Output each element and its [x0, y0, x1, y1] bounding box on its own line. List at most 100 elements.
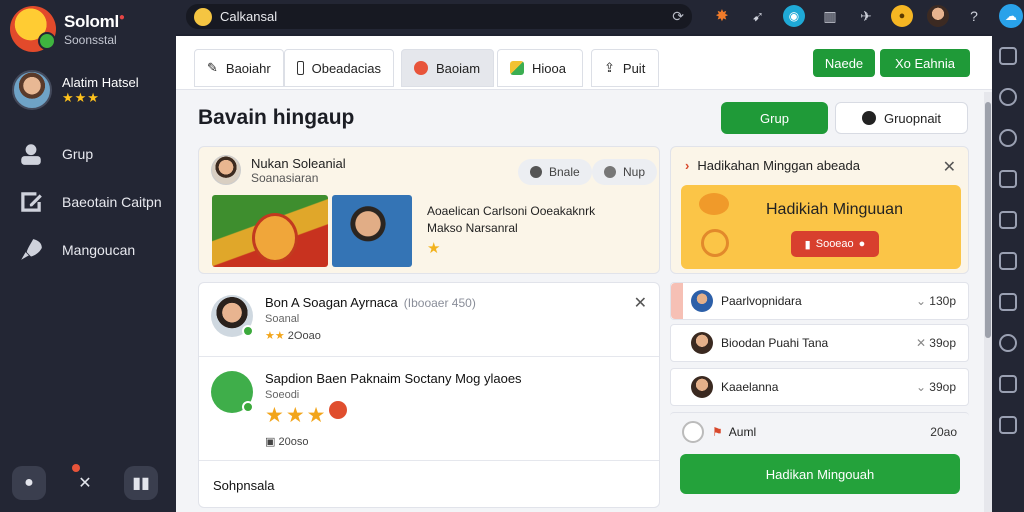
weekly-claim-button[interactable]: ▮ Sooeao ●: [791, 231, 879, 257]
tab-label: Baoiahr: [225, 60, 271, 76]
ranking-list: Paarlvopnidara ⌄ 130p Bioodan Puahi Tana…: [670, 282, 969, 508]
rating-stars: ★★: [265, 330, 285, 342]
tab-obeadacias[interactable]: Obeadacias: [284, 49, 394, 87]
coin-icon: [329, 401, 348, 419]
page-title: Bavain hingaup: [198, 106, 355, 129]
grid-icon[interactable]: ▥: [819, 5, 841, 27]
thumbnail-mascot[interactable]: [212, 195, 328, 267]
tab-hiooa[interactable]: Hiooa: [497, 49, 583, 87]
list-item[interactable]: Bon A Soagan Ayrnaca (Ibooaer 450) Soanal…: [199, 283, 659, 357]
main-content: ✎ Baoiahr Obeadacias Baoiam Hiooa ⇪ Puit…: [176, 36, 992, 512]
dot-icon: [530, 166, 542, 178]
search-input[interactable]: Calkansal ⟳: [186, 4, 692, 29]
sidebar-item-label: Baeotain Caitpn: [62, 194, 162, 210]
weekly-ranking-button[interactable]: Hadikan Mingouah: [680, 454, 960, 494]
gallery-icon[interactable]: [999, 252, 1017, 270]
sidebar-item-caitpn[interactable]: Baeotain Caitpn: [18, 178, 168, 226]
user-profile[interactable]: Alatim Hatsel ★★★: [12, 70, 139, 110]
book-button[interactable]: ▮▮: [124, 466, 158, 500]
thumbnail-icon: ▣: [265, 436, 276, 448]
brand-logo-icon: [10, 6, 56, 52]
avatar: [682, 420, 704, 443]
avatar: [211, 295, 254, 337]
rank-row[interactable]: ⚑ Auml 20ao: [670, 412, 969, 450]
avatar[interactable]: [211, 155, 241, 185]
chip-bnale[interactable]: Bnale: [518, 159, 592, 185]
chip-nup[interactable]: Nup: [592, 159, 658, 185]
rank-row[interactable]: Paarlvopnidara ⌄ 130p: [670, 282, 969, 320]
chevron-down-icon: ⌄: [915, 294, 926, 308]
list-item[interactable]: Sapdion Baen Paknaim Soctany Mog ylaoes …: [199, 357, 659, 461]
sidebar-item-grup[interactable]: Grup: [18, 130, 168, 178]
close-icon[interactable]: ✕: [943, 157, 956, 177]
notification-dot-icon: ●: [118, 11, 125, 23]
tab-label: Obeadacias: [311, 60, 381, 76]
flag-icon: ⚑: [712, 424, 723, 439]
coin-icon[interactable]: ●: [891, 5, 913, 27]
feature-text-line1: Aoaelican Carlsoni Ooeakaknrk: [427, 204, 596, 218]
cloud-icon[interactable]: ☁: [999, 4, 1023, 28]
online-status-icon: [242, 325, 254, 337]
image-icon[interactable]: [999, 211, 1017, 229]
rank-points: 130p: [929, 294, 956, 308]
tab-baoiahr[interactable]: ✎ Baoiahr: [194, 49, 284, 87]
scrollbar[interactable]: [984, 92, 992, 512]
tab-label: Hiooa: [532, 60, 566, 76]
tools-button[interactable]: ✕: [68, 464, 102, 500]
list-item[interactable]: Sohpnsala: [199, 461, 659, 507]
chat-bubble-icon: [861, 111, 876, 125]
list-icon[interactable]: [999, 293, 1017, 311]
sidebar-bottom-actions: ● ✕ ▮▮: [12, 464, 158, 500]
chevron-right-icon: ›: [685, 158, 690, 173]
close-icon[interactable]: ✕: [634, 293, 647, 313]
brand[interactable]: Soloml● Soonsstal: [10, 6, 125, 52]
refresh-icon[interactable]: ⟳: [672, 8, 684, 25]
star-icon[interactable]: ★: [427, 239, 440, 257]
list-item-title: Sohpnsala: [213, 478, 275, 493]
feature-text-line2: Makso Narsanral: [427, 221, 518, 235]
eahnia-button[interactable]: Xo Eahnia: [880, 49, 970, 77]
leaf-icon: [510, 61, 524, 75]
right-rail: [992, 34, 1024, 512]
feature-card: Nukan Soleanial Soanasiaran Bnale Nup Ao…: [198, 146, 660, 274]
scrollbar-thumb[interactable]: [985, 102, 991, 338]
grup-button[interactable]: Grup: [721, 102, 828, 134]
calendar-icon[interactable]: [999, 47, 1017, 65]
lock-button[interactable]: ●: [12, 466, 46, 500]
user-avatar-icon[interactable]: [927, 5, 949, 27]
tab-baoiam[interactable]: Baoiam: [401, 49, 494, 87]
book-icon: ▮▮: [132, 475, 150, 492]
rocket-icon: [21, 239, 42, 260]
tag-icon[interactable]: ➹: [747, 5, 769, 27]
naede-button[interactable]: Naede: [813, 49, 875, 77]
clock-icon[interactable]: [999, 88, 1017, 106]
note-icon[interactable]: [999, 170, 1017, 188]
tab-label: Baoiam: [436, 60, 481, 76]
tab-puit[interactable]: ⇪ Puit: [591, 49, 659, 87]
plane-icon[interactable]: ✈: [855, 5, 877, 27]
gear-icon[interactable]: [999, 375, 1017, 393]
puzzle-rail-icon[interactable]: [999, 416, 1017, 434]
puzzle-icon[interactable]: ✸: [711, 5, 733, 27]
sidebar-item-mangoucan[interactable]: Mangoucan: [18, 226, 168, 274]
chip-label: Nup: [623, 165, 646, 179]
profile-name: Alatim Hatsel: [62, 74, 139, 90]
activity-list: Bon A Soagan Ayrnaca (Ibooaer 450) Soanal…: [198, 282, 660, 508]
shield-icon[interactable]: ◉: [783, 5, 805, 27]
weekly-banner[interactable]: Hadikiah Minguuan ▮ Sooeao ●: [681, 185, 961, 269]
groupnait-button[interactable]: Gruopnait: [835, 102, 968, 134]
tab-bar: ✎ Baoiahr Obeadacias Baoiam Hiooa ⇪ Puit…: [176, 36, 992, 90]
top-bar: Calkansal ⟳ ✸ ➹ ◉ ▥ ✈ ● ? ☁: [176, 0, 1024, 34]
thumbnail-person[interactable]: [332, 195, 412, 267]
help-icon[interactable]: ?: [963, 5, 985, 27]
smile-icon[interactable]: [999, 129, 1017, 147]
tools-icon: ✕: [78, 475, 92, 492]
list-item-sub: Soanal: [265, 313, 300, 325]
rank-points: 20ao: [930, 424, 957, 439]
rank-row[interactable]: Bioodan Puahi Tana ✕ 39op: [670, 324, 969, 362]
profile-stars: ★★★: [62, 89, 100, 105]
tab-label: Puit: [622, 60, 646, 76]
settings-icon[interactable]: [999, 334, 1017, 352]
sidebar-item-label: Grup: [62, 146, 94, 162]
rank-row[interactable]: Kaaelanna ⌄ 39op: [670, 368, 969, 406]
